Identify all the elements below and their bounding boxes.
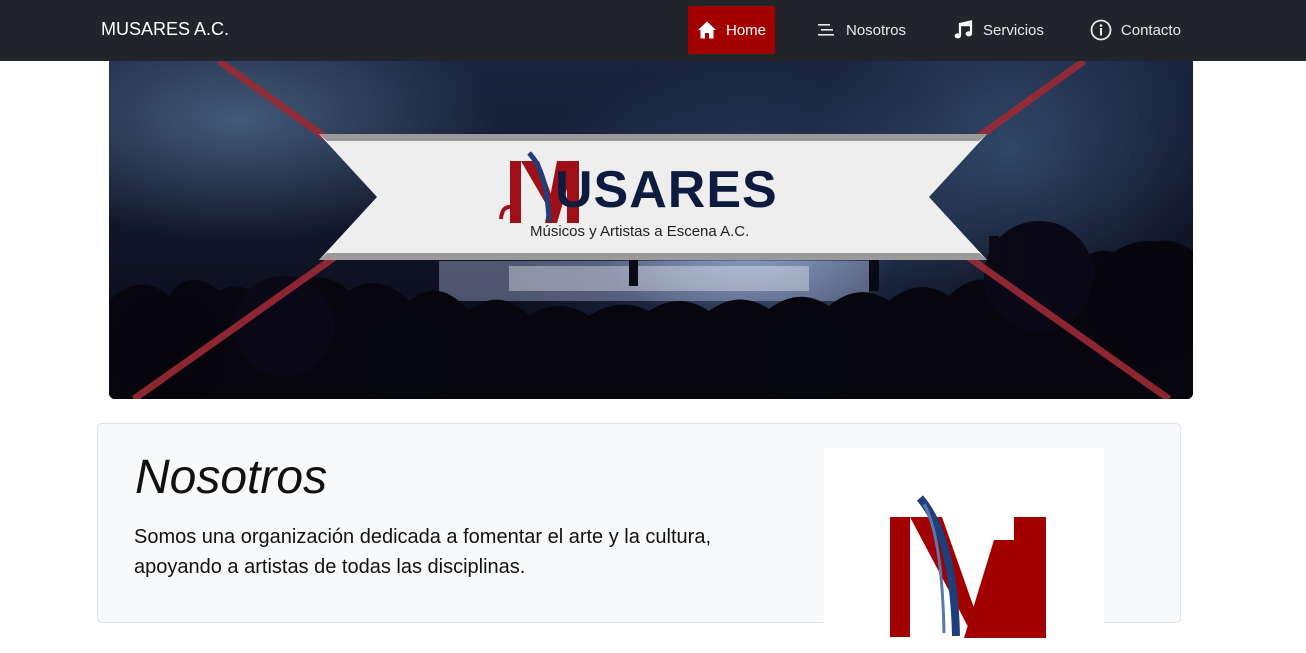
nav-nosotros[interactable]: Nosotros: [815, 6, 906, 54]
logo-mark-icon: [890, 495, 1046, 638]
music-note-icon: [952, 19, 974, 41]
about-title: Nosotros: [135, 451, 328, 504]
logo-wordmark: USARES: [555, 161, 778, 219]
nav-contacto[interactable]: Contacto: [1090, 6, 1181, 54]
nav-home-label: Home: [726, 21, 767, 39]
nav-nosotros-label: Nosotros: [846, 21, 907, 39]
info-icon: [1090, 19, 1112, 41]
nav-menu: Home Nosotros Servicios Contacto: [688, 6, 1181, 54]
home-icon: [697, 19, 717, 41]
about-logo: [824, 448, 1104, 648]
navbar: MUSARES A.C. Home Nosotros Servicios Con…: [0, 0, 1306, 61]
hero-banner: USARES Músicos y Artistas a Escena A.C.: [109, 61, 1193, 399]
nav-contacto-label: Contacto: [1120, 21, 1181, 39]
logo-subtitle: Músicos y Artistas a Escena A.C.: [530, 223, 750, 240]
nav-servicios-label: Servicios: [983, 21, 1044, 39]
nav-home[interactable]: Home: [688, 6, 775, 54]
brand-link[interactable]: MUSARES A.C.: [101, 19, 229, 40]
about-text: Somos una organización dedicada a foment…: [134, 526, 712, 578]
nav-servicios[interactable]: Servicios: [952, 6, 1044, 54]
about-card: Nosotros Somos una organización dedicada…: [97, 423, 1181, 648]
hero-logo: USARES Músicos y Artistas a Escena A.C.: [497, 151, 797, 251]
menu-lines-icon: [815, 19, 837, 41]
